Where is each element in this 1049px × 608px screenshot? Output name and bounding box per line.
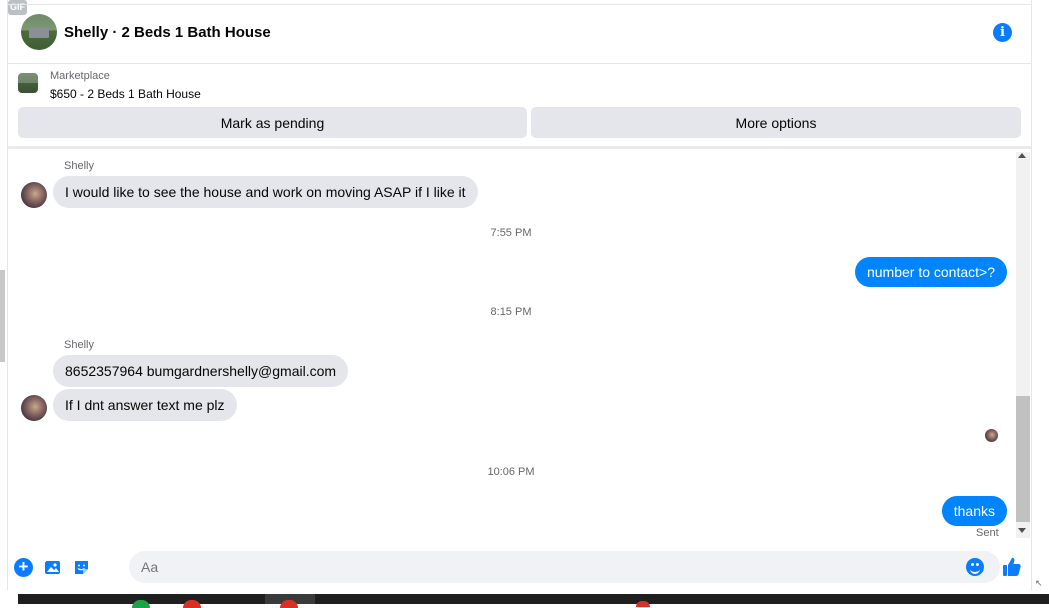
incoming-message[interactable]: 8652357964 bumgardnershelly@gmail.com: [53, 355, 349, 387]
more-options-button[interactable]: More options: [531, 107, 1021, 138]
sent-status: Sent: [976, 527, 999, 539]
os-taskbar: [0, 590, 1049, 608]
plus-icon[interactable]: +: [14, 558, 33, 577]
listing-thumbnail[interactable]: [18, 73, 38, 93]
read-receipt-avatar: [985, 429, 998, 442]
scrollbar-thumb[interactable]: [1016, 396, 1030, 522]
thumbs-up-icon[interactable]: [1001, 556, 1023, 578]
listing-avatar[interactable]: [21, 14, 57, 50]
sticker-icon[interactable]: [72, 558, 91, 577]
emoji-icon[interactable]: [966, 558, 984, 576]
taskbar-app-icon[interactable]: [183, 600, 201, 608]
info-icon[interactable]: i: [993, 23, 1012, 42]
outgoing-message[interactable]: thanks: [941, 496, 1007, 526]
chat-header: Shelly · 2 Beds 1 Bath House i: [8, 4, 1032, 64]
sender-name: Shelly: [64, 160, 94, 172]
sender-avatar[interactable]: [21, 182, 47, 208]
corner-arrow-icon: ↖: [1035, 578, 1043, 588]
chat-window: Shelly · 2 Beds 1 Bath House i Marketpla…: [8, 0, 1032, 590]
incoming-message[interactable]: If I dnt answer text me plz: [53, 389, 237, 421]
sender-avatar[interactable]: [21, 395, 47, 421]
listing-price-title[interactable]: $650 - 2 Beds 1 Bath House: [50, 87, 201, 101]
scroll-down-arrow-icon[interactable]: [1018, 528, 1026, 533]
timestamp: 8:15 PM: [490, 306, 532, 318]
chat-title[interactable]: Shelly · 2 Beds 1 Bath House: [64, 24, 271, 41]
mark-as-pending-button[interactable]: Mark as pending: [18, 107, 527, 138]
outgoing-message[interactable]: number to contact>?: [854, 257, 1007, 287]
timestamp: 7:55 PM: [490, 227, 532, 239]
message-composer[interactable]: [129, 551, 1000, 583]
scroll-up-arrow-icon[interactable]: [1018, 153, 1026, 158]
taskbar-app-icon[interactable]: [636, 601, 650, 607]
panel-divider: [1031, 0, 1032, 590]
photo-icon[interactable]: [43, 558, 62, 577]
sender-name: Shelly: [64, 339, 94, 351]
taskbar-app-icon[interactable]: [132, 600, 150, 608]
message-input[interactable]: [141, 551, 941, 583]
marketplace-label: Marketplace: [50, 70, 110, 82]
taskbar-app-icon[interactable]: [280, 600, 298, 608]
left-edge: [0, 0, 8, 604]
timestamp: 10:06 PM: [487, 466, 535, 478]
left-scrollbar[interactable]: [0, 270, 5, 362]
incoming-message[interactable]: I would like to see the house and work o…: [53, 176, 478, 208]
header-divider: [8, 146, 1032, 149]
taskbar-background: [18, 594, 1049, 604]
